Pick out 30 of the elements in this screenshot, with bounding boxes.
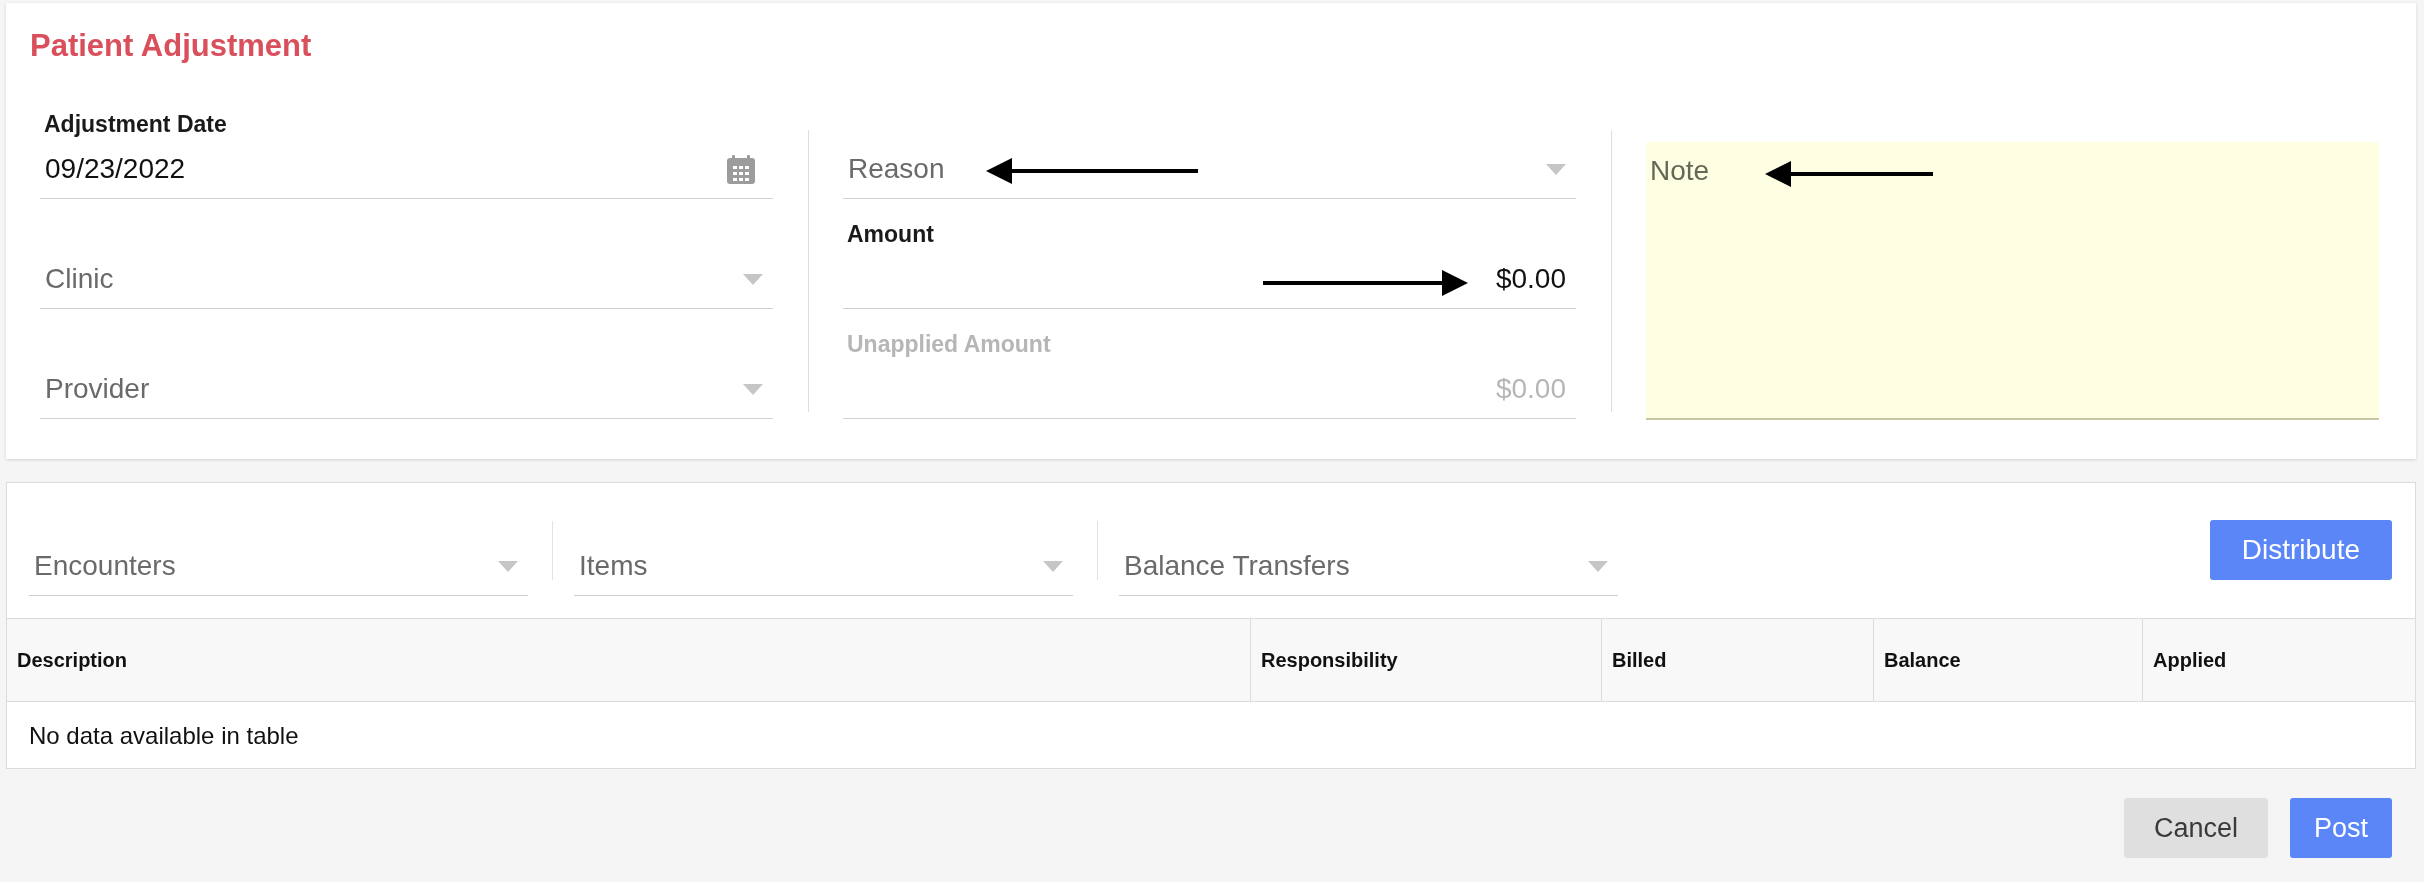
column-header: Responsibility — [1251, 619, 1602, 701]
column-header: Applied — [2152, 647, 2228, 673]
note-field[interactable]: Note — [1646, 142, 2379, 420]
page-title: Patient Adjustment — [30, 28, 312, 64]
dropdown-field[interactable]: Encounters — [29, 537, 528, 596]
caret-icon[interactable] — [743, 383, 763, 395]
dropdown-field[interactable]: Reason — [843, 140, 1576, 199]
cancel-button[interactable]: Cancel — [2123, 798, 2268, 858]
field-label: Adjustment Date — [44, 113, 227, 136]
caret-icon[interactable] — [498, 560, 518, 572]
dropdown-field[interactable]: Balance Transfers — [1119, 537, 1618, 596]
column-header: Balance — [1874, 619, 2143, 701]
caret-icon[interactable] — [743, 273, 763, 285]
column-header: Billed — [1602, 619, 1874, 701]
caret-icon[interactable] — [1043, 560, 1063, 572]
caret-icon[interactable] — [1588, 560, 1608, 572]
dropdown-field[interactable]: Clinic — [40, 250, 773, 309]
distribute-button[interactable]: Distribute — [2209, 520, 2392, 580]
dropdown-field[interactable]: Items — [574, 537, 1073, 596]
calendar-icon[interactable] — [727, 154, 755, 184]
empty-table-message: No data available in table — [29, 721, 299, 750]
post-button[interactable]: Post — [2289, 798, 2392, 858]
field-label: Unapplied Amount — [847, 333, 1051, 356]
caret-icon[interactable] — [1546, 163, 1566, 175]
column-header: Description — [7, 619, 1251, 701]
field-label: Amount — [847, 223, 934, 246]
amount-field: $0.00 — [843, 360, 1576, 419]
date-field[interactable]: 09/23/2022 — [40, 140, 773, 199]
dropdown-field[interactable]: Provider — [40, 360, 773, 419]
amount-field[interactable]: $0.00 — [843, 250, 1576, 309]
